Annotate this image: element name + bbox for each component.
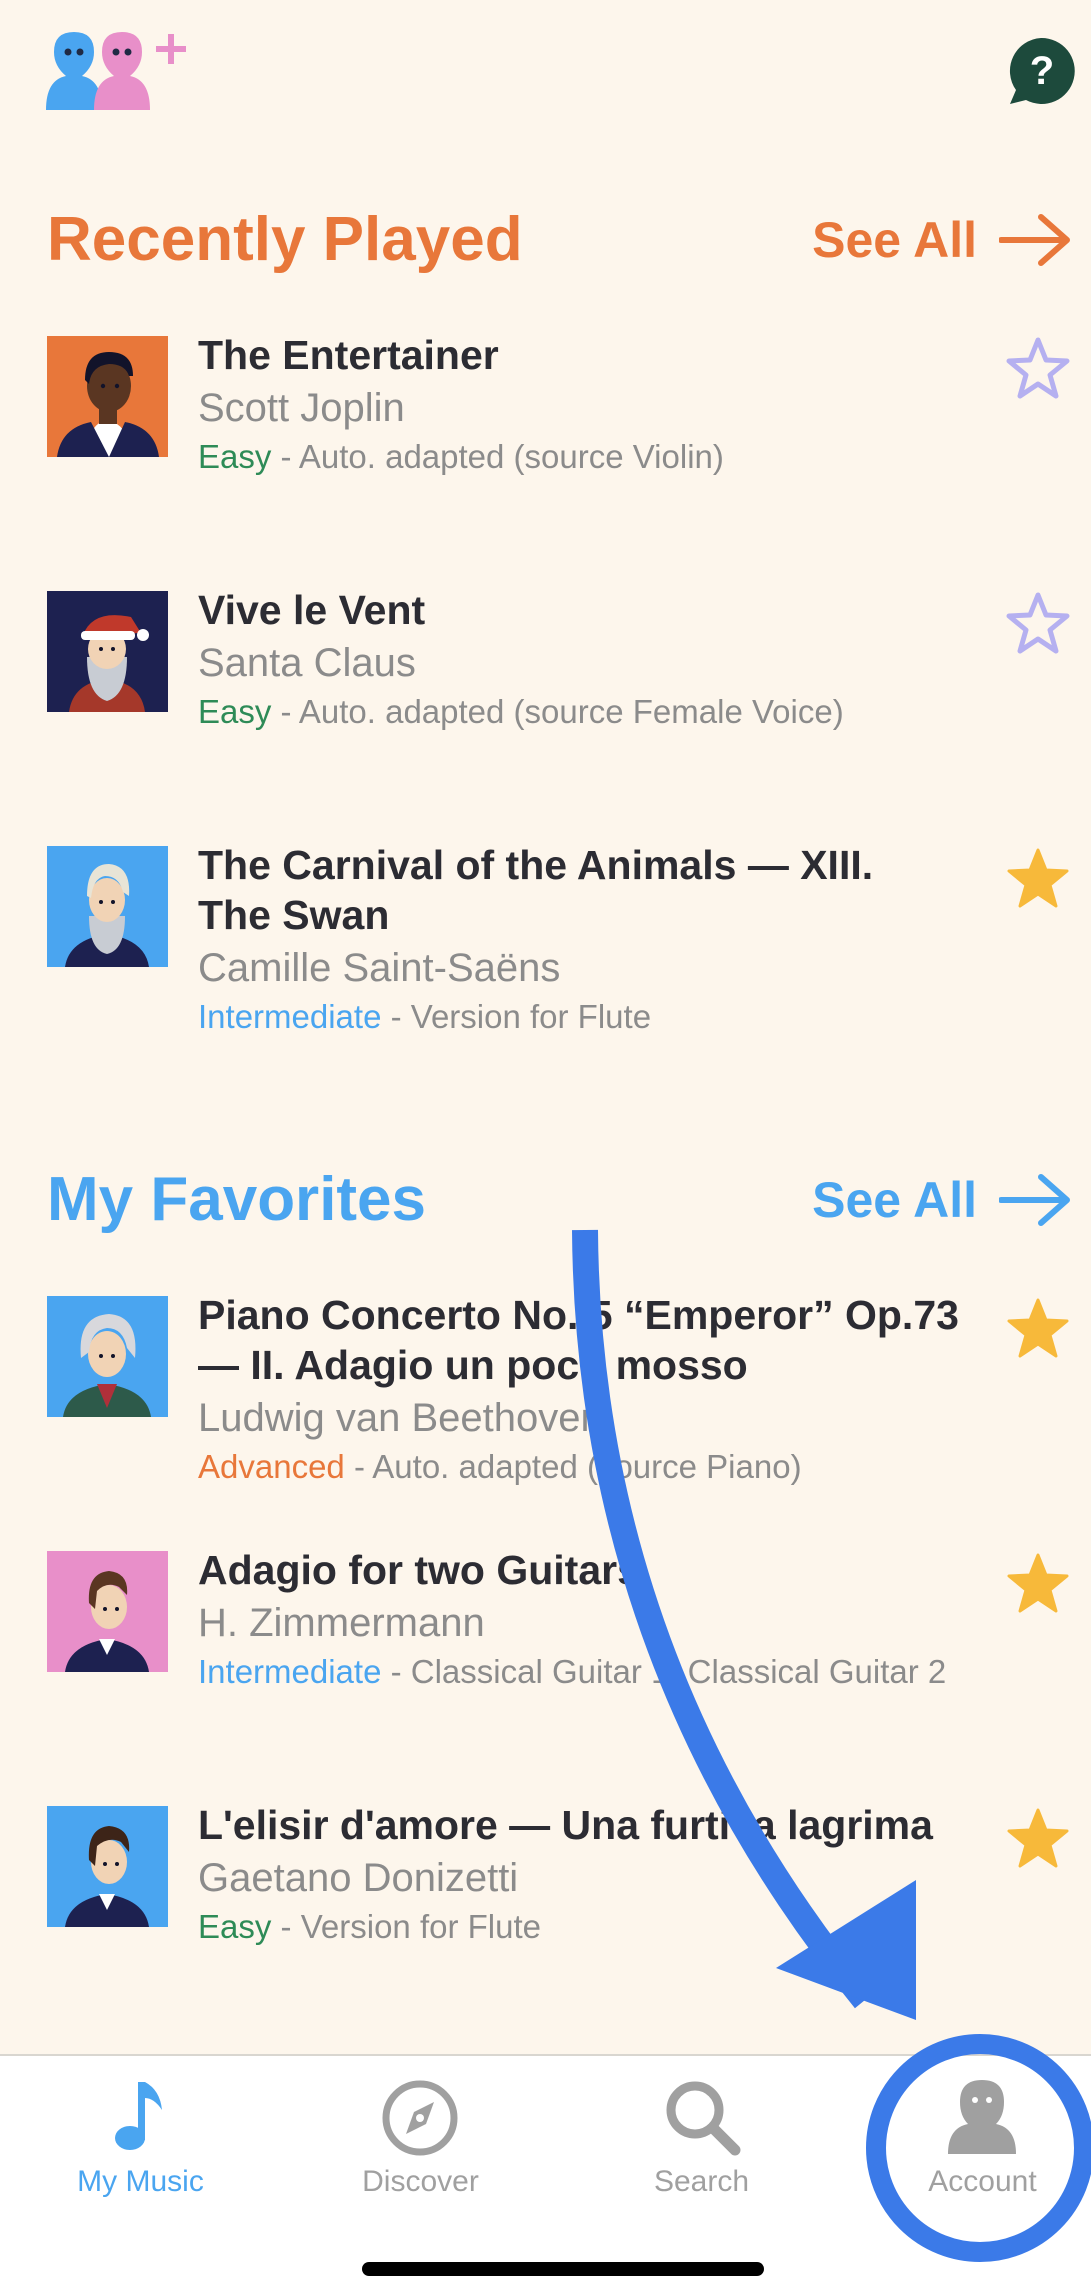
track-info: Advanced - Auto. adapted (source Piano) (198, 1445, 1028, 1489)
track-artist: Camille Saint-Saëns (198, 946, 561, 990)
tab-search[interactable]: Search (565, 2056, 838, 2278)
track-title: L'elisir d'amore — Una furtiva lagrima (198, 1802, 933, 1848)
track-artist: Santa Claus (198, 641, 416, 685)
track-title: The Entertainer (198, 332, 499, 378)
difficulty-level: Intermediate (198, 1653, 382, 1690)
account-icon (948, 2080, 1016, 2154)
tab-discover[interactable]: Discover (284, 2056, 557, 2278)
home-indicator (362, 2262, 764, 2276)
search-icon (666, 2081, 741, 2156)
track-info: Intermediate - Classical Guitar 1, Class… (198, 1650, 1028, 1694)
recently-played-header: Recently Played See All (47, 200, 1091, 280)
tab-label: Account (928, 2165, 1037, 2198)
arrow-right-icon (999, 214, 1070, 266)
compass-icon (382, 2080, 458, 2156)
favorite-star-filled-icon[interactable] (1005, 1296, 1071, 1360)
favorite-star-outline-icon[interactable] (1005, 336, 1071, 400)
difficulty-level: Easy (198, 693, 272, 730)
difficulty-level: Easy (198, 438, 272, 475)
add-friends-icon[interactable] (44, 30, 200, 110)
track-info: Easy - Auto. adapted (source Female Voic… (198, 690, 1028, 734)
version-info: - Auto. adapted (source Female Voice) (271, 693, 844, 730)
tab-label: My Music (77, 2165, 204, 2198)
my-favorites-title: My Favorites (47, 1165, 427, 1234)
help-icon[interactable]: ? (1006, 36, 1076, 106)
version-info: - Version for Flute (271, 1908, 541, 1945)
tab-bar: My Music Discover Search Account (0, 2054, 1091, 2278)
see-all-label: See All (812, 1172, 977, 1228)
composer-avatar (47, 1296, 168, 1417)
track-title: Adagio for two Guitars (198, 1547, 640, 1593)
my-favorites-header: My Favorites See All (47, 1160, 1091, 1240)
track-info: Intermediate - Version for Flute (198, 995, 1028, 1039)
track-info: Easy - Auto. adapted (source Violin) (198, 435, 1028, 479)
my-favorites-see-all-button[interactable]: See All (812, 1160, 1071, 1240)
difficulty-level: Easy (198, 1908, 272, 1945)
track-artist: Gaetano Donizetti (198, 1856, 519, 1900)
track-artist: H. Zimmermann (198, 1601, 485, 1645)
composer-avatar (47, 591, 168, 712)
track-info: Easy - Version for Flute (198, 1905, 1028, 1949)
favorite-star-filled-icon[interactable] (1005, 846, 1071, 910)
track-title: The Carnival of the Animals — XIII. (198, 842, 874, 888)
version-info: - Classical Guitar 1, Classical Guitar 2 (381, 1653, 947, 1690)
top-bar: ? (0, 0, 1091, 150)
svg-text:?: ? (1030, 49, 1054, 93)
track-title: Piano Concerto No. 5 “Emperor” Op.73 (198, 1292, 959, 1338)
recently-played-title: Recently Played (47, 205, 523, 274)
track-title-line-2: — II. Adagio un poco mosso (198, 1342, 748, 1388)
version-info: - Auto. adapted (source Violin) (271, 438, 724, 475)
track-artist: Scott Joplin (198, 386, 405, 430)
see-all-label: See All (812, 212, 977, 268)
version-info: - Auto. adapted (source Piano) (344, 1448, 802, 1485)
composer-avatar (47, 336, 168, 457)
tab-account[interactable]: Account (846, 2056, 1091, 2278)
version-info: - Version for Flute (381, 998, 652, 1035)
composer-avatar (47, 1551, 168, 1672)
music-note-icon (115, 2082, 162, 2150)
recently-played-see-all-button[interactable]: See All (812, 200, 1071, 280)
tab-my-music[interactable]: My Music (4, 2056, 277, 2278)
difficulty-level: Advanced (198, 1448, 345, 1485)
difficulty-level: Intermediate (198, 998, 382, 1035)
favorite-star-outline-icon[interactable] (1005, 591, 1071, 655)
track-artist: Ludwig van Beethoven (198, 1396, 603, 1440)
track-title-line-2: The Swan (198, 892, 390, 938)
favorite-star-filled-icon[interactable] (1005, 1551, 1071, 1615)
composer-avatar (47, 846, 168, 967)
track-title: Vive le Vent (198, 587, 426, 633)
arrow-right-icon (999, 1174, 1070, 1226)
tab-label: Search (653, 2165, 750, 2198)
favorite-star-filled-icon[interactable] (1005, 1806, 1071, 1870)
tab-label: Discover (362, 2165, 479, 2198)
composer-avatar (47, 1806, 168, 1927)
